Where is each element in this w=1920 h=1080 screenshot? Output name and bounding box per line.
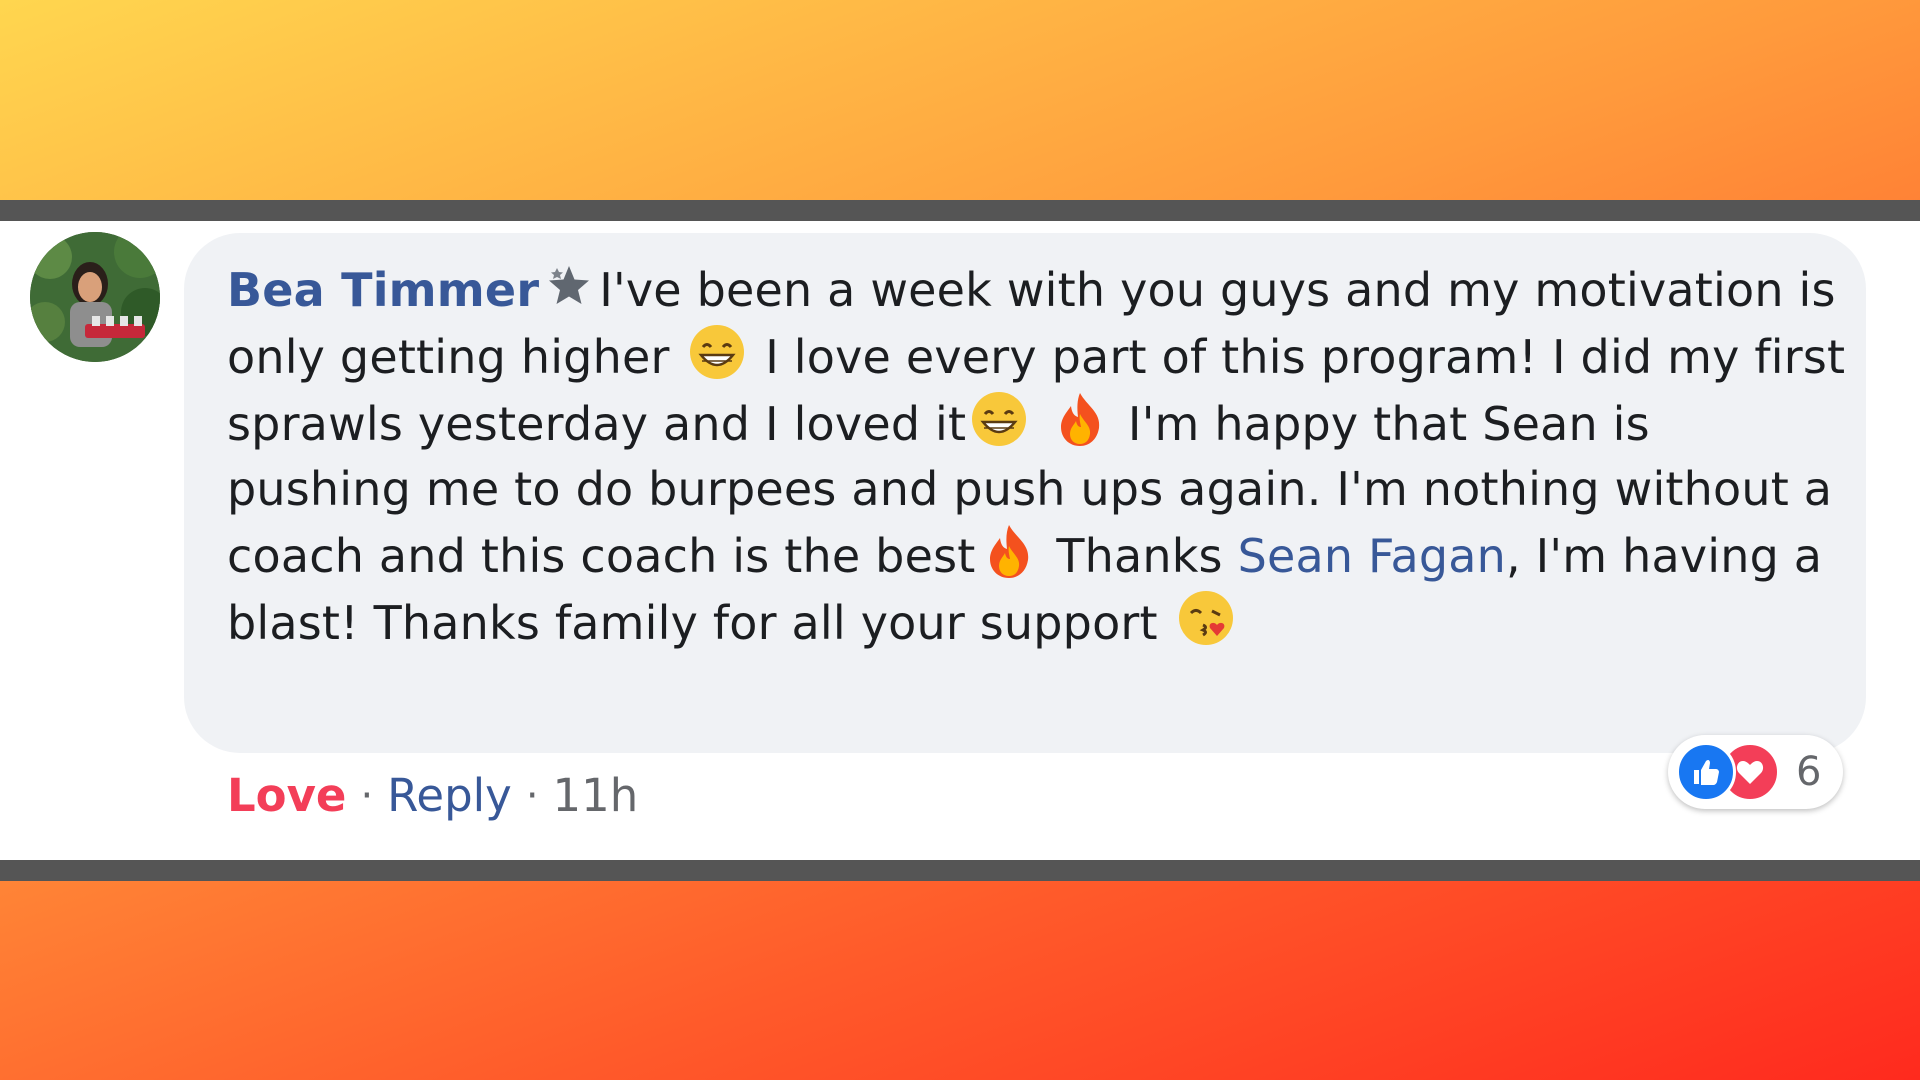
reply-button[interactable]: Reply (387, 769, 512, 822)
mention-link[interactable]: Sean Fagan (1238, 529, 1506, 583)
author-name[interactable]: Bea Timmer (227, 263, 539, 317)
separator: · (360, 772, 374, 819)
separator: · (525, 772, 539, 819)
timestamp[interactable]: 11h (553, 769, 639, 822)
like-icon (1676, 742, 1736, 802)
reaction-summary[interactable]: 6 (1668, 735, 1844, 809)
fire-emoji (1051, 390, 1109, 448)
love-button[interactable]: Love (227, 769, 346, 822)
reaction-count: 6 (1796, 749, 1822, 795)
top-divider (0, 200, 1920, 221)
comment-bubble: Bea Timmer I've been a week with you guys… (184, 233, 1866, 753)
kissing-face-emoji (1177, 589, 1235, 647)
grinning-face-emoji (970, 390, 1028, 448)
top-fan-star-icon[interactable] (545, 262, 593, 310)
comment-body: Bea Timmer I've been a week with you guys… (227, 258, 1847, 656)
comment-text-part-4: Thanks (1056, 529, 1223, 583)
page: Bea Timmer I've been a week with you guys… (0, 0, 1920, 1080)
comment-actions: Love · Reply · 11h (227, 769, 638, 822)
avatar[interactable] (30, 232, 160, 362)
comment-panel: Bea Timmer I've been a week with you guys… (0, 221, 1920, 860)
bottom-divider (0, 860, 1920, 881)
fire-emoji (980, 522, 1038, 580)
grinning-face-emoji (688, 323, 746, 381)
